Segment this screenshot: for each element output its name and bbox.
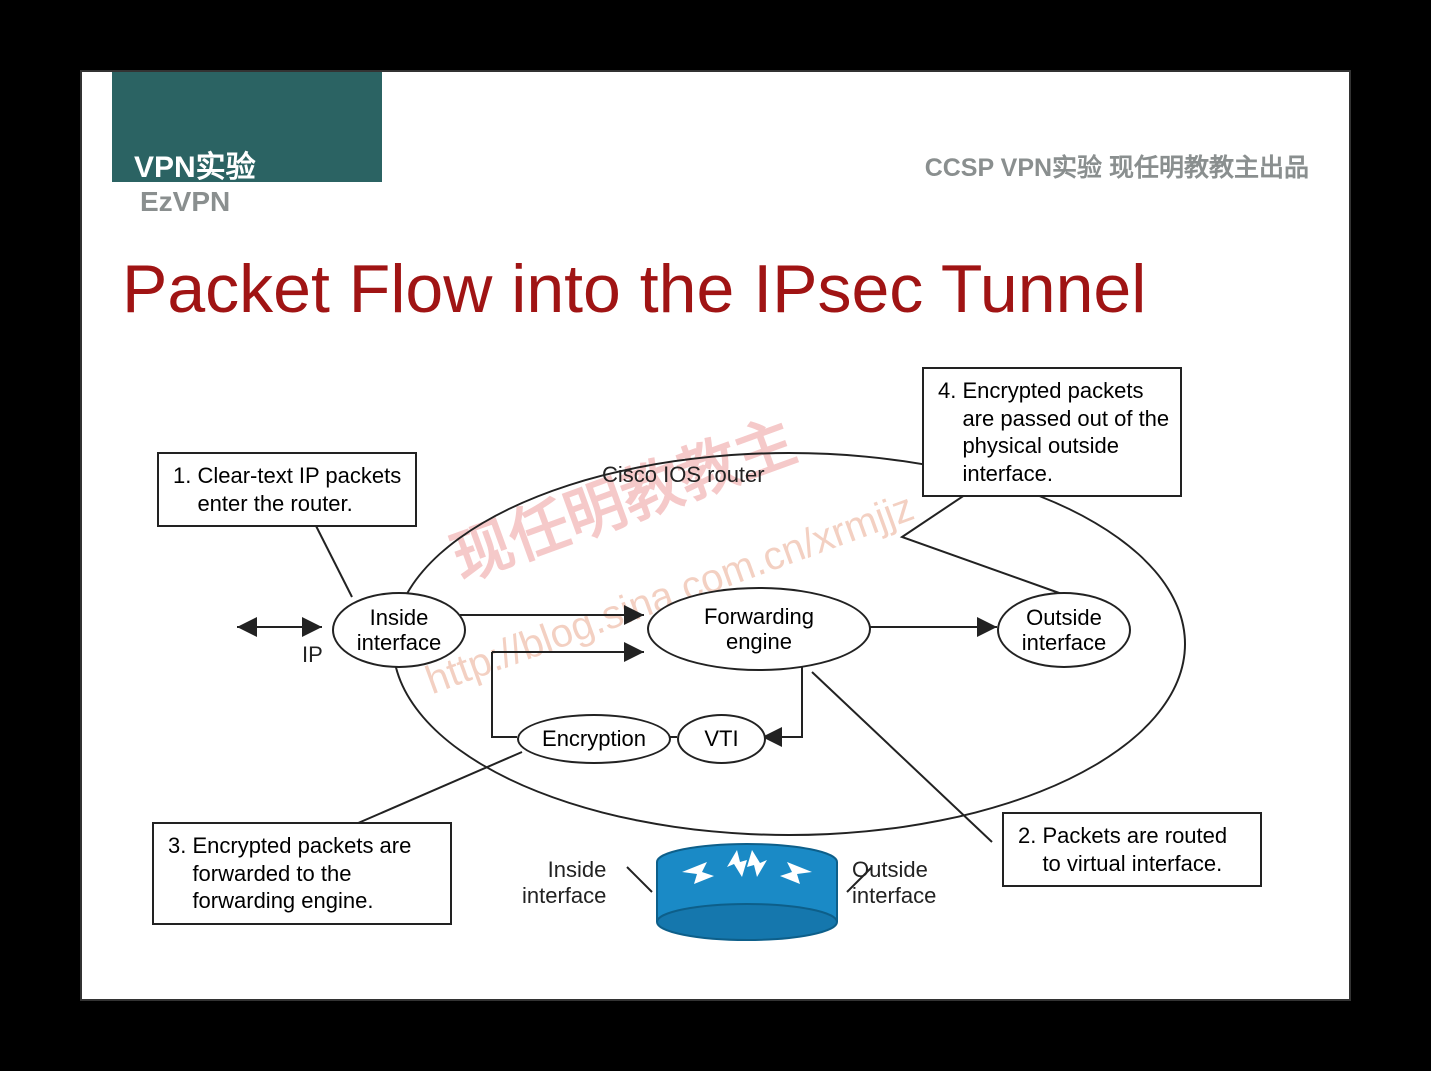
inside-interface-node: Inside interface — [332, 592, 466, 668]
page-title: Packet Flow into the IPsec Tunnel — [122, 250, 1146, 328]
forwarding-engine-node: Forwarding engine — [647, 587, 871, 671]
callout-2: 2. Packets are routed to virtual interfa… — [1002, 812, 1262, 887]
encryption-node: Encryption — [517, 714, 671, 764]
callout-2-text: 2. Packets are routed to virtual interfa… — [1018, 823, 1227, 876]
vti-label: VTI — [704, 726, 738, 751]
ip-label: IP — [302, 642, 323, 668]
slide: VPN实验 EzVPN CCSP VPN实验 现任明教教主出品 Packet F… — [80, 70, 1351, 1001]
vpn-label: VPN实验 — [134, 142, 256, 186]
callout-3: 3. Encrypted packets are forwarded to th… — [152, 822, 452, 925]
encryption-label: Encryption — [542, 726, 646, 751]
vti-node: VTI — [677, 714, 766, 764]
router-outside-label: Outside interface — [852, 857, 936, 909]
forwarding-engine-label: Forwarding engine — [704, 604, 814, 655]
header: VPN实验 EzVPN CCSP VPN实验 现任明教教主出品 — [82, 72, 1349, 232]
router-label: Cisco IOS router — [602, 462, 765, 488]
outside-interface-node: Outside interface — [997, 592, 1131, 668]
ccsp-label: CCSP VPN实验 现任明教教主出品 — [925, 148, 1309, 184]
callout-4: 4. Encrypted packets are passed out of t… — [922, 367, 1182, 497]
inside-interface-label: Inside interface — [357, 605, 441, 656]
diagram: 现任明教教主 http://blog.sina.com.cn/xrmjjz — [122, 352, 1312, 982]
callout-3-text: 3. Encrypted packets are forwarded to th… — [168, 833, 411, 913]
router-icon — [652, 842, 842, 942]
callout-4-text: 4. Encrypted packets are passed out of t… — [938, 378, 1169, 486]
outside-interface-label: Outside interface — [1022, 605, 1106, 656]
callout-1: 1. Clear-text IP packets enter the route… — [157, 452, 417, 527]
callout-1-text: 1. Clear-text IP packets enter the route… — [173, 463, 401, 516]
router-inside-label: Inside interface — [522, 857, 606, 909]
ezvpn-label: EzVPN — [140, 186, 230, 218]
